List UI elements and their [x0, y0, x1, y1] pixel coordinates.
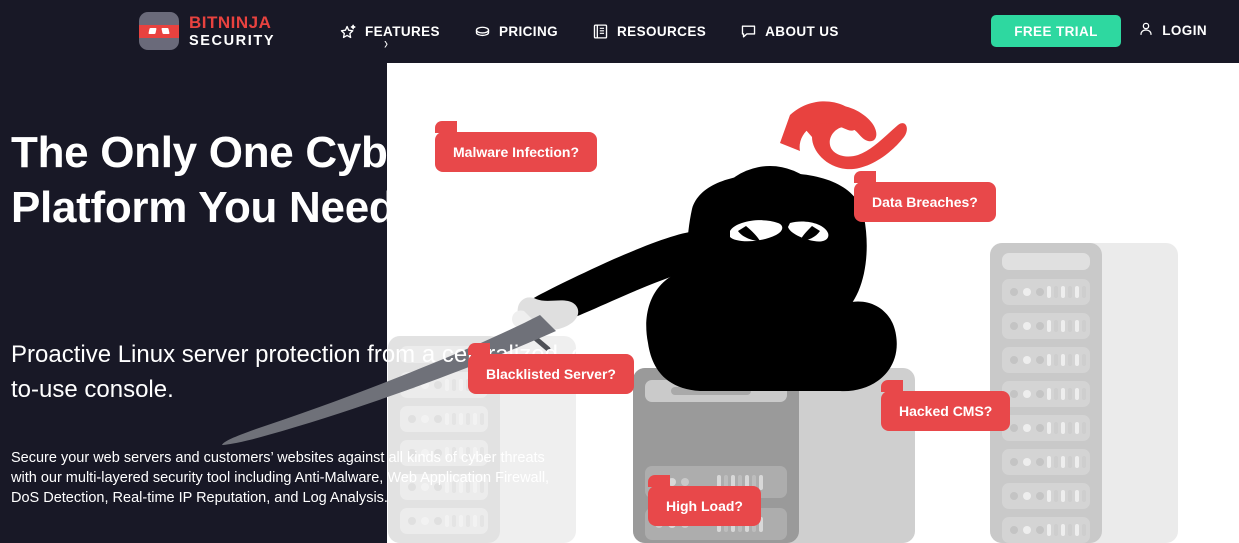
badge-label: Data Breaches? — [872, 194, 978, 210]
badge-blacklisted-server: Blacklisted Server? — [468, 343, 634, 394]
headband-shape — [139, 25, 179, 38]
badge-hacked-cms: Hacked CMS? — [881, 380, 1011, 431]
badge-malware-infection: Malware Infection? — [435, 121, 598, 172]
brand-name-bottom: SECURITY — [189, 32, 276, 49]
brand-logo[interactable]: BITNINJA SECURITY — [139, 12, 275, 50]
nav-item-pricing[interactable]: PRICING — [474, 0, 558, 63]
badge-tail — [854, 171, 876, 183]
brand-wordmark: BITNINJA SECURITY — [189, 14, 275, 49]
badge-tail — [648, 475, 670, 487]
ninja-mask-icon — [139, 12, 179, 50]
login-label: LOGIN — [1162, 23, 1207, 38]
main-navigation: FEATURES › PRICING RESOURCES ABOUT US — [340, 0, 839, 63]
badge-label: Malware Infection? — [453, 144, 580, 160]
badge-label: High Load? — [666, 498, 743, 514]
ninja-eye-left — [148, 28, 157, 34]
nav-item-resources[interactable]: RESOURCES — [592, 0, 706, 63]
nav-label-pricing: PRICING — [498, 24, 559, 39]
hero-illustration — [0, 63, 1239, 543]
brand-name-top: BITNINJA — [189, 12, 272, 32]
nav-label-features: FEATURES — [365, 24, 440, 39]
badge-tail — [435, 121, 457, 133]
free-trial-button[interactable]: FREE TRIAL — [991, 15, 1121, 47]
book-icon — [592, 23, 609, 40]
ninja-eye-right — [161, 28, 170, 34]
coin-icon — [474, 23, 491, 40]
chevron-down-icon[interactable]: › — [384, 33, 388, 53]
nav-label-resources: RESOURCES — [617, 24, 707, 39]
login-link[interactable]: LOGIN — [1138, 21, 1207, 40]
badge-tail — [468, 343, 490, 355]
hero-page: The Only One Cybersecurity Platform You … — [0, 0, 1239, 543]
speech-bubble-icon — [740, 23, 757, 40]
badge-label: Blacklisted Server? — [486, 366, 616, 382]
site-header: BITNINJA SECURITY FEATURES › PRICING RES… — [0, 0, 1239, 63]
sparkle-star-icon — [340, 23, 357, 40]
badge-tail — [881, 380, 903, 392]
crouching-ninja-with-sword — [222, 101, 907, 445]
badge-high-load: High Load? — [648, 475, 761, 526]
badge-data-breaches: Data Breaches? — [854, 171, 996, 222]
badge-label: Hacked CMS? — [899, 403, 993, 419]
user-icon — [1138, 21, 1154, 40]
nav-item-features[interactable]: FEATURES › — [340, 0, 440, 63]
nav-label-about-us: ABOUT US — [765, 24, 839, 39]
nav-item-about-us[interactable]: ABOUT US — [740, 0, 839, 63]
